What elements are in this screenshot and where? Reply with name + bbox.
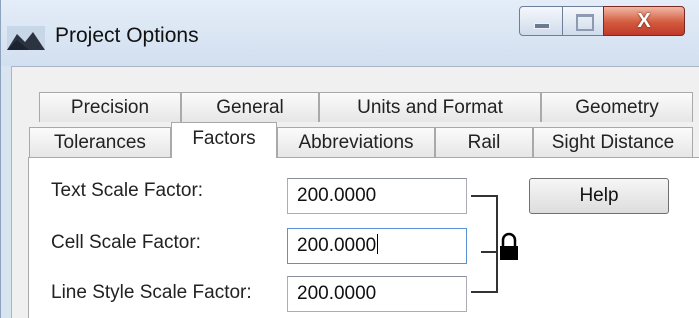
cell-scale-factor-label: Cell Scale Factor: bbox=[51, 232, 201, 253]
text-scale-factor-input[interactable]: 200.0000 bbox=[287, 178, 467, 214]
tab-abbreviations[interactable]: Abbreviations bbox=[277, 127, 435, 157]
minimize-icon bbox=[534, 23, 550, 29]
maximize-button[interactable] bbox=[562, 6, 604, 36]
text-caret bbox=[377, 234, 379, 254]
tab-geometry[interactable]: Geometry bbox=[541, 92, 693, 122]
text-scale-factor-label: Text Scale Factor: bbox=[51, 180, 204, 201]
cell-scale-factor-input[interactable]: 200.0000 bbox=[287, 228, 467, 264]
close-button[interactable]: X bbox=[603, 6, 685, 36]
tab-tolerances[interactable]: Tolerances bbox=[29, 127, 171, 157]
cell-scale-factor-value: 200.0000 bbox=[297, 235, 377, 256]
tab-rail[interactable]: Rail bbox=[435, 127, 533, 157]
line-style-scale-factor-label: Line Style Scale Factor: bbox=[51, 282, 252, 303]
maximize-icon bbox=[576, 14, 594, 31]
tab-units-and-format[interactable]: Units and Format bbox=[319, 92, 541, 122]
close-icon: X bbox=[637, 10, 651, 32]
tab-precision[interactable]: Precision bbox=[39, 92, 181, 122]
help-button[interactable]: Help bbox=[529, 178, 669, 214]
project-options-window: Project Options X Precision General Unit… bbox=[0, 0, 699, 318]
tab-sight-distance[interactable]: Sight Distance bbox=[533, 127, 693, 157]
scale-lock-toggle[interactable] bbox=[469, 180, 529, 308]
minimize-button[interactable] bbox=[519, 6, 563, 36]
lock-bracket bbox=[471, 195, 498, 293]
tab-factors[interactable]: Factors bbox=[171, 122, 277, 158]
window-title: Project Options bbox=[55, 24, 199, 47]
tab-general[interactable]: General bbox=[181, 92, 319, 122]
app-icon bbox=[7, 26, 45, 50]
title-bar[interactable]: Project Options X bbox=[1, 0, 699, 66]
padlock-icon bbox=[500, 232, 518, 260]
line-style-scale-factor-input[interactable]: 200.0000 bbox=[287, 276, 467, 312]
